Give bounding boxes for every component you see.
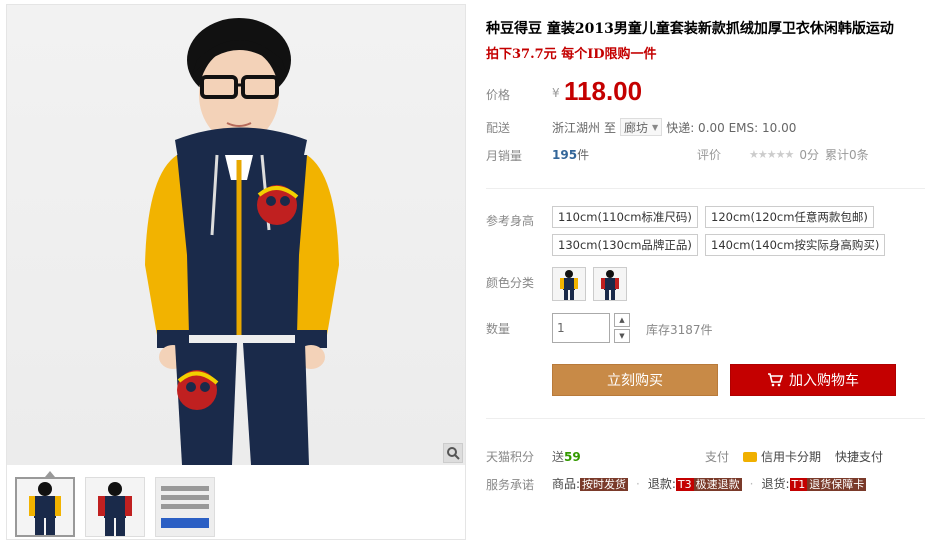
buy-now-button[interactable]: 立刻购买 [552, 364, 718, 396]
color-option-red[interactable] [593, 267, 627, 301]
credit-installment-label: 信用卡分期 [761, 450, 822, 464]
promise-item[interactable]: 退货: T1 退货保障卡 [761, 475, 867, 492]
thumbnail-1[interactable] [15, 477, 75, 537]
promise-prefix: 退款: [647, 477, 676, 491]
ship-to-word: 至 [604, 120, 617, 135]
quantity-label: 数量 [486, 322, 511, 336]
promise-prefix: 退货: [761, 477, 790, 491]
boy-tracksuit-illustration [145, 18, 339, 465]
color-swatch-image [560, 270, 578, 300]
thumbnail-image [156, 478, 214, 536]
promise-prefix: 商品: [552, 477, 581, 491]
credit-card-icon [743, 451, 758, 462]
separator-dot: · [636, 476, 640, 491]
points-value-row: 送59 [552, 448, 581, 465]
size-option-130[interactable]: 130cm(130cm品牌正品) [552, 234, 698, 256]
promises-label: 服务承诺 [486, 478, 535, 492]
promise-tag: 退货保障卡 [807, 478, 867, 491]
payment-row: 支付 信用卡分期 快捷支付 [705, 448, 883, 465]
price-value: 118.00 [564, 76, 643, 106]
promo-text: 拍下37.7元 每个ID限购一件 [486, 47, 657, 62]
separator-dot: · [749, 476, 754, 491]
size-label: 参考身高 [486, 214, 535, 228]
stock-count: 库存3187件 [646, 323, 713, 337]
zoom-button[interactable] [443, 443, 463, 463]
quantity-decrease-button[interactable]: ▼ [614, 329, 630, 343]
quantity-input[interactable]: 1 [552, 313, 610, 343]
add-to-cart-label: 加入购物车 [789, 373, 859, 389]
main-product-image[interactable] [7, 5, 465, 465]
size-option-140[interactable]: 140cm(140cm按实际身高购买) [705, 234, 886, 256]
color-option-yellow[interactable] [552, 267, 586, 301]
price-label: 价格 [486, 88, 511, 102]
chevron-down-icon: ▼ [652, 122, 659, 132]
points-value: 59 [564, 450, 581, 464]
quick-pay-link[interactable]: 快捷支付 [835, 448, 883, 465]
promise-code: T1 [789, 478, 808, 491]
ship-from: 浙江湖州 [552, 120, 601, 135]
product-title: 种豆得豆 童装2013男童儿童套装新款抓绒加厚卫衣休闲韩版运动 [486, 21, 894, 37]
divider [486, 418, 925, 419]
sales-count: 195件 [552, 146, 589, 163]
size-option-120[interactable]: 120cm(120cm任意两款包邮) [705, 206, 874, 228]
destination-select[interactable]: 廊坊 ▼ [620, 118, 663, 136]
sales-unit: 件 [577, 148, 590, 162]
divider [486, 188, 925, 189]
points-label: 天猫积分 [486, 450, 535, 464]
promise-item[interactable]: 退款: T3 极速退款 [648, 475, 742, 492]
product-gallery [6, 4, 466, 540]
thumbnail-image [98, 482, 132, 536]
color-swatch-image [601, 270, 619, 300]
add-to-cart-button[interactable]: 加入购物车 [730, 364, 896, 396]
promise-tag: 极速退款 [693, 478, 742, 491]
payment-label: 支付 [705, 450, 730, 464]
magnifier-icon [447, 447, 460, 460]
currency-symbol: ¥ [552, 86, 560, 100]
thumbnail-image [29, 482, 61, 535]
shipping-label: 配送 [486, 121, 511, 135]
shipping-fee: 快递: 0.00 EMS: 10.00 [666, 120, 797, 135]
star-rating-icon: ★★★★★ [749, 148, 794, 161]
service-promises: 商品: 按时发货 · 退款: T3 极速退款 · 退货: T1 退货保障卡 [552, 475, 867, 492]
sales-number: 195 [552, 148, 578, 162]
quantity-increase-button[interactable]: ▲ [614, 313, 630, 327]
destination-city: 廊坊 [624, 120, 649, 135]
cart-icon [768, 373, 783, 387]
rating-score: 0分 [799, 148, 819, 162]
size-option-110[interactable]: 110cm(110cm标准尺码) [552, 206, 698, 228]
rating-label: 评价 [697, 148, 722, 162]
color-label: 颜色分类 [486, 276, 535, 290]
thumbnail-3[interactable] [155, 477, 215, 537]
sales-label: 月销量 [486, 149, 523, 163]
thumbnail-2[interactable] [85, 477, 145, 537]
rating-total[interactable]: 累计0条 [825, 146, 869, 163]
rating-row: 评价 ★★★★★ 0分 累计0条 [697, 146, 869, 163]
points-prefix: 送 [552, 450, 565, 464]
thumbnail-strip [15, 477, 215, 537]
shipping-row: 浙江湖州 至 廊坊 ▼ 快递: 0.00 EMS: 10.00 [552, 118, 796, 136]
promise-tag: 按时发货 [580, 478, 629, 491]
promise-code: T3 [675, 478, 694, 491]
promise-item[interactable]: 商品: 按时发货 [552, 475, 629, 492]
credit-installment-link[interactable]: 信用卡分期 [743, 448, 821, 465]
